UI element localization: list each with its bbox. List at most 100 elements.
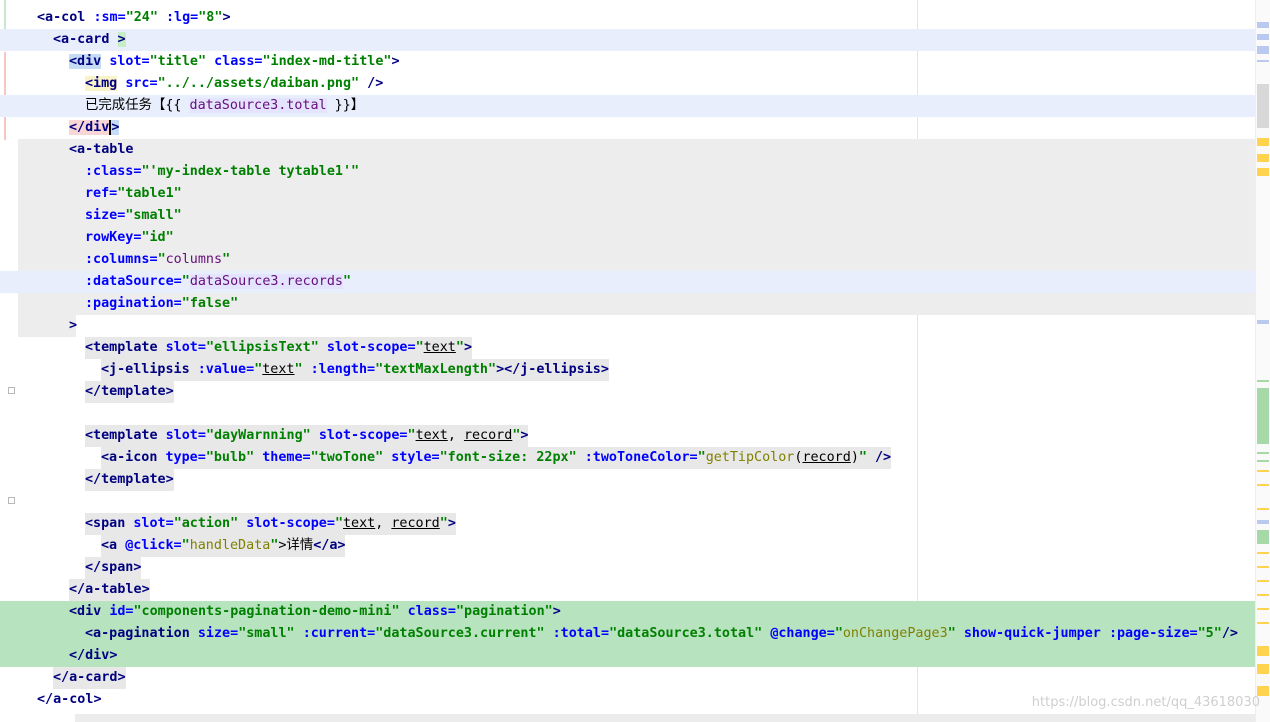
- token: </template: [85, 384, 166, 399]
- token: slot=: [165, 428, 206, 443]
- scroll-marker: [1257, 580, 1269, 582]
- token: />: [367, 76, 384, 91]
- code-line[interactable]: </a-table>: [0, 579, 1256, 601]
- scroll-marker: [1257, 646, 1269, 656]
- token: :lg=: [166, 10, 199, 25]
- token: </a: [313, 538, 338, 553]
- scroll-marker: [1257, 154, 1269, 162]
- token: ": [488, 362, 497, 377]
- token: ": [834, 626, 843, 641]
- code-line[interactable]: <span slot="action" slot-scope="text, re…: [0, 513, 1256, 535]
- token: ": [375, 362, 384, 377]
- token: >: [93, 692, 102, 707]
- code-line[interactable]: :class="'my-index-table tytable1'": [18, 161, 1256, 183]
- token: <img: [85, 76, 118, 91]
- token: :total=: [552, 626, 610, 641]
- token: record: [463, 428, 513, 443]
- token: ": [697, 450, 706, 465]
- token: >: [117, 670, 126, 685]
- code-line[interactable]: <a @click="handleData">详情</a>: [0, 535, 1256, 557]
- token: size=: [85, 208, 126, 223]
- code-line[interactable]: <img src="../../assets/daiban.png" />: [0, 73, 1256, 95]
- token: :twoToneColor=: [584, 450, 698, 465]
- code-line[interactable]: >: [0, 315, 1256, 337]
- scroll-marker: [1257, 608, 1269, 610]
- token: <a: [101, 538, 118, 553]
- code-line[interactable]: <div slot="title" class="index-md-title"…: [0, 51, 1256, 73]
- token: "small": [125, 208, 182, 223]
- code-line[interactable]: <a-col :sm="24" :lg="8">: [0, 7, 1256, 29]
- code-line[interactable]: </div>: [0, 645, 1256, 667]
- code-line[interactable]: <template slot="dayWarnning" slot-scope=…: [0, 425, 1256, 447]
- code-line[interactable]: <div id="components-pagination-demo-mini…: [0, 601, 1256, 623]
- token: record: [391, 516, 440, 531]
- token: >详情: [278, 538, 314, 553]
- code-line[interactable]: <template slot="ellipsisText" slot-scope…: [0, 337, 1256, 359]
- token: ": [415, 340, 424, 355]
- token: ,: [447, 428, 464, 443]
- code-line[interactable]: 已完成任务【{{ dataSource3.total }}】: [0, 95, 1256, 117]
- token: ": [343, 274, 352, 289]
- vertical-scrollbar-marker-strip[interactable]: [1255, 0, 1270, 722]
- token: dataSource3.total: [189, 98, 327, 113]
- token: "id": [141, 230, 174, 245]
- code-line[interactable]: <a-pagination size="small" :current="dat…: [0, 623, 1256, 645]
- token: rowKey=: [85, 230, 142, 245]
- token: record: [802, 450, 851, 465]
- token: >: [109, 120, 120, 135]
- code-line[interactable]: :pagination="false": [18, 293, 1256, 315]
- scroll-marker: [1257, 470, 1269, 472]
- scroll-marker: [1257, 552, 1269, 554]
- token: slot=: [165, 340, 206, 355]
- token: text: [343, 516, 376, 531]
- token: ": [334, 516, 343, 531]
- token: >: [463, 340, 472, 355]
- token: show-quick-jumper: [963, 626, 1101, 641]
- token: </div: [69, 120, 110, 135]
- horizontal-scrollbar[interactable]: [75, 714, 1255, 722]
- token: "5": [1197, 626, 1222, 641]
- token: >: [141, 582, 150, 597]
- token: >: [337, 538, 346, 553]
- scroll-marker: [1257, 60, 1269, 62]
- token: :current=: [302, 626, 376, 641]
- code-line[interactable]: </span>: [0, 557, 1256, 579]
- token: >: [222, 10, 231, 25]
- code-line[interactable]: :dataSource="dataSource3.records": [0, 271, 1256, 293]
- token: >: [600, 362, 609, 377]
- code-line[interactable]: :columns="columns": [18, 249, 1256, 271]
- token: >: [133, 560, 142, 575]
- token: "table1": [117, 186, 182, 201]
- token: >: [117, 32, 126, 47]
- code-line[interactable]: <a-card >: [0, 29, 1256, 51]
- token: ": [157, 252, 166, 267]
- code-line[interactable]: </template>: [0, 381, 1256, 403]
- code-line[interactable]: </a-card>: [0, 667, 1256, 689]
- token: "bulb": [205, 450, 255, 465]
- code-editor[interactable]: <a-col :sm="24" :lg="8"> <a-card > <div …: [0, 0, 1256, 722]
- scroll-marker: [1257, 84, 1269, 128]
- code-line[interactable]: size="small": [18, 205, 1256, 227]
- scroll-marker: [1257, 34, 1269, 40]
- code-line[interactable]: </template>: [0, 469, 1256, 491]
- code-line[interactable]: rowKey="id": [18, 227, 1256, 249]
- scroll-marker: [1257, 508, 1269, 510]
- token: />: [875, 450, 892, 465]
- fold-marker-icon[interactable]: [8, 497, 15, 504]
- code-line[interactable]: <a-table: [18, 139, 1256, 161]
- token: handleData: [189, 538, 271, 553]
- token: >: [552, 604, 561, 619]
- token: dataSource3.records: [189, 274, 343, 289]
- code-line[interactable]: </div>: [0, 117, 1256, 139]
- token: "dataSource3.current": [375, 626, 545, 641]
- scroll-marker: [1257, 168, 1269, 176]
- token: :page-size=: [1108, 626, 1198, 641]
- token: </a-col: [37, 692, 94, 707]
- token: "index-md-title": [262, 54, 392, 69]
- code-line[interactable]: <a-icon type="bulb" theme="twoTone" styl…: [0, 447, 1256, 469]
- code-line[interactable]: <j-ellipsis :value="text" :length="textM…: [0, 359, 1256, 381]
- scroll-marker: [1257, 530, 1269, 544]
- token: class=: [214, 54, 263, 69]
- token: </div: [69, 648, 110, 663]
- code-line[interactable]: ref="table1": [18, 183, 1256, 205]
